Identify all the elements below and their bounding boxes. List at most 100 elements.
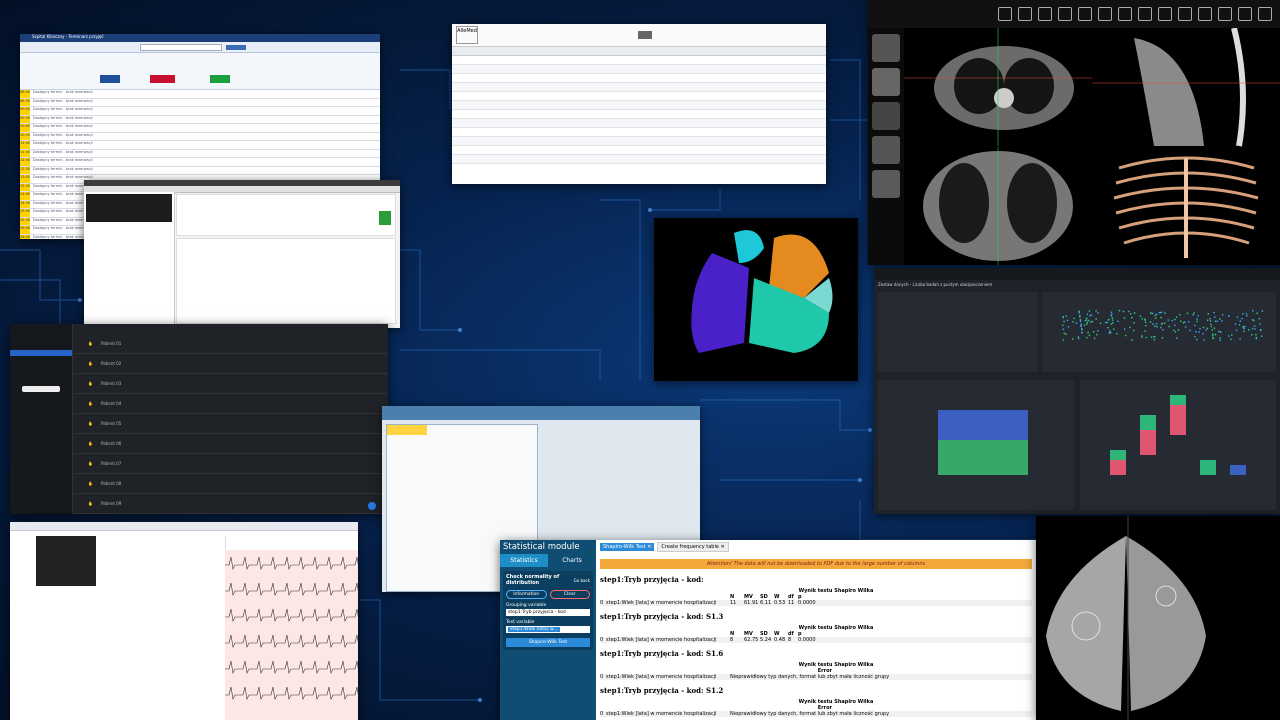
amms-table-row[interactable] [452,56,826,65]
amms-table-row[interactable] [452,110,826,119]
chip-frequency[interactable]: Create frequency table ✕ [657,542,729,552]
ct-series-thumb[interactable] [872,68,900,96]
ct-series-thumb[interactable] [872,34,900,62]
result-cell: 8 [730,637,734,643]
schedule-slot-text: Dostępny termin - brak rezerwacji [33,132,93,137]
scatter-point [1149,321,1152,323]
text-icon[interactable] [1158,7,1172,21]
information-button[interactable]: Information [506,590,547,599]
amms-table-row[interactable] [452,101,826,110]
measure-icon[interactable] [1078,7,1092,21]
run-shapiro-button[interactable]: Shapiro-Wilk Test [506,638,590,647]
patient-row[interactable]: ✋ Patient 03 [74,374,388,394]
schedule-row[interactable]: 08:00 Dostępny termin - brak rezerwacji [20,90,380,99]
patient-icon: ✋ [88,341,93,346]
scatter-point [1174,331,1177,333]
ct-series-thumb[interactable] [872,102,900,130]
amms-table-row[interactable] [452,92,826,101]
schedule-row[interactable]: 10:00 Dostępny termin - brak rezerwacji [20,124,380,133]
fab-button[interactable] [368,502,376,510]
amms-table-row[interactable] [452,119,826,128]
amms-table-row[interactable] [452,83,826,92]
amms-search-button[interactable] [638,31,652,39]
scatter-point [1184,321,1186,323]
sidebar-button[interactable] [22,386,60,392]
patient-row[interactable]: ✋ Patient 05 [74,414,388,434]
ct-viewports[interactable] [904,28,1280,265]
patient-row[interactable]: ✋ Patient 02 [74,354,388,374]
scatter-point [1111,319,1114,321]
schedule-red-tab[interactable] [150,75,175,83]
result-cell: 0.53 [774,600,786,606]
patient-name: Patient 01 [100,341,122,346]
patient-items: ✋ Patient 01 ✋ Patient 02 ✋ Patient 03 ✋ Patien… [74,334,388,514]
amms-table-row[interactable] [452,74,826,83]
amms-table-row[interactable] [452,155,826,164]
scatter-point [1260,335,1263,337]
window-icon[interactable] [1058,7,1072,21]
schedule-row[interactable]: 11:30 Dostępny termin - brak rezerwacji [20,149,380,158]
scatter-point [1097,312,1099,314]
amms-table-row[interactable] [452,65,826,74]
schedule-row[interactable]: 09:30 Dostępny termin - brak rezerwacji [20,115,380,124]
pan-icon[interactable] [1038,7,1052,21]
patient-row[interactable]: ✋ Patient 07 [74,454,388,474]
go-back-link[interactable]: Go back [574,578,590,583]
print-icon[interactable] [1198,7,1212,21]
layout-icon[interactable] [998,7,1012,21]
amms-table-row[interactable] [452,128,826,137]
clinic-app-actions [582,436,632,496]
ct-series-thumb[interactable] [872,136,900,164]
schedule-row[interactable]: 09:00 Dostępny termin - brak rezerwacji [20,107,380,116]
schedule-row[interactable]: 12:00 Dostępny termin - brak rezerwacji [20,158,380,167]
scatter-point [1231,334,1233,336]
schedule-row[interactable]: 11:00 Dostępny termin - brak rezerwacji [20,141,380,150]
doc-thumbnail[interactable] [86,194,172,222]
amms-logo: AlleMed [456,26,478,44]
grouping-select[interactable]: step1:Tryb przyjęcia - kod [506,609,590,616]
patient-row[interactable]: ✋ Patient 08 [74,474,388,494]
export-icon[interactable] [1218,7,1232,21]
result-cell: Nieprawidłowy typ danych, format lub zby… [730,674,890,680]
ellipse-icon[interactable] [1138,7,1152,21]
test-variable-select[interactable]: step1:Wiek [lata] w... [506,626,590,633]
reset-icon[interactable] [1178,7,1192,21]
chip-shapiro[interactable]: Shapiro-Wilk Test ✕ [600,543,655,551]
scatter-point [1242,313,1244,315]
patient-icon: ✋ [88,421,93,426]
amms-table-row[interactable] [452,137,826,146]
patient-row[interactable]: ✋ Patient 04 [74,394,388,414]
sidebar-active-item[interactable] [10,350,72,356]
schedule-search-input[interactable] [140,43,222,51]
settings-icon[interactable] [1238,7,1252,21]
patient-row[interactable]: ✋ Patient 09 [74,494,388,514]
scatter-point [1124,334,1127,337]
xray-thumbnail[interactable] [36,536,96,586]
patient-icon: ✋ [88,381,93,386]
schedule-row[interactable]: 08:30 Dostępny termin - brak rezerwacji [20,98,380,107]
schedule-row[interactable]: 10:30 Dostępny termin - brak rezerwacji [20,132,380,141]
patient-icon: ✋ [88,501,93,506]
test-variable-chip[interactable]: step1:Wiek [lata] w... [508,627,560,632]
patient-row[interactable]: ✋ Patient 01 [74,334,388,354]
crosshair-icon[interactable] [1098,7,1112,21]
schedule-green-tab[interactable] [210,75,230,83]
schedule-blue-tab[interactable] [100,75,120,83]
schedule-row[interactable]: 12:30 Dostępny termin - brak rezerwacji [20,166,380,175]
amms-table-row[interactable] [452,146,826,155]
lung-3d-view[interactable] [654,218,858,381]
mammography-viewer[interactable] [1036,516,1280,720]
scatter-point [1213,312,1215,314]
tab-charts[interactable]: Charts [548,554,596,567]
scatter-point [1133,322,1135,324]
clear-button[interactable]: Clear [549,590,590,599]
patient-row[interactable]: ✋ Patient 06 [74,434,388,454]
tab-statistics[interactable]: Statistics [500,554,548,567]
fullscreen-icon[interactable] [1258,7,1272,21]
ct-series-thumb[interactable] [872,170,900,198]
schedule-search-button[interactable] [226,44,246,50]
scatter-point [1171,319,1173,322]
zoom-icon[interactable] [1018,7,1032,21]
scatter-point [1196,338,1198,341]
angle-icon[interactable] [1118,7,1132,21]
